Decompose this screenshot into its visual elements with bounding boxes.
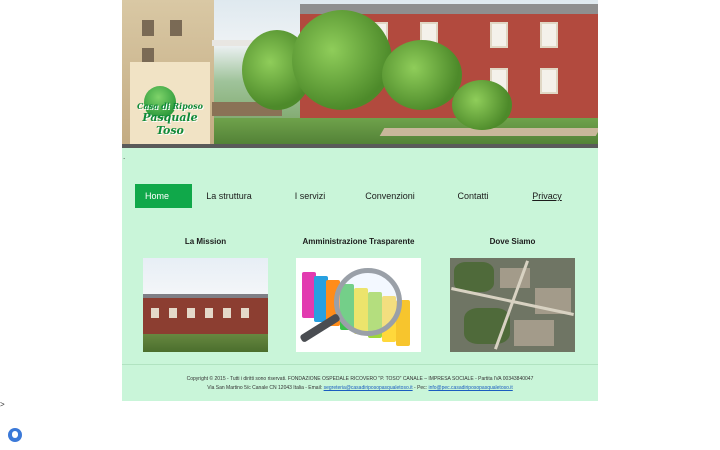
banner-tree [382,40,462,110]
section-title-mission[interactable]: La Mission [143,237,268,246]
section-title-amministrazione[interactable]: Amministrazione Trasparente [296,237,421,246]
footer: Copyright © 2015 - Tutti i diritti sono … [122,364,598,401]
footer-pec-label: - Pec: [414,385,428,391]
nav-contatti[interactable]: Contatti [450,184,496,208]
banner-tree [452,80,512,130]
footer-copyright: Copyright © 2015 - Tutti i diritti sono … [186,376,534,382]
footer-address: Via San Martino 5/c Canale CN 12043 Ital… [207,385,323,391]
accessibility-shield-icon[interactable] [8,428,22,442]
stray-gt: > [0,400,5,409]
nav-privacy[interactable]: Privacy [527,184,567,208]
map-image[interactable] [450,258,575,352]
nav-la-struttura[interactable]: La struttura [201,184,257,208]
logo-text-line1: Casa di Riposo [137,101,203,111]
nav-i-servizi[interactable]: I servizi [285,184,335,208]
nav-convenzioni[interactable]: Convenzioni [362,184,418,208]
stray-dot: . [123,152,126,161]
logo-text-line2: Pasquale Toso [142,111,198,137]
footer-contacts: Via San Martino 5/c Canale CN 12043 Ital… [122,385,598,391]
magnifier-icon [334,268,402,336]
footer-pec-link[interactable]: info@pec.casadiriposopasqualetoso.it [428,385,512,391]
amministrazione-image[interactable] [296,258,421,352]
nav-home[interactable]: Home [135,184,192,208]
section-title-dove-siamo[interactable]: Dove Siamo [450,237,575,246]
banner-bottom-border [122,144,598,148]
page-container: Casa di Riposo Pasquale Toso Home La str… [122,0,598,401]
header-banner: Casa di Riposo Pasquale Toso [122,0,598,148]
banner-tree [292,10,392,110]
footer-email-link[interactable]: segreteria@casadiriposopasqualetoso.it [324,385,413,391]
mission-image[interactable] [143,258,268,352]
